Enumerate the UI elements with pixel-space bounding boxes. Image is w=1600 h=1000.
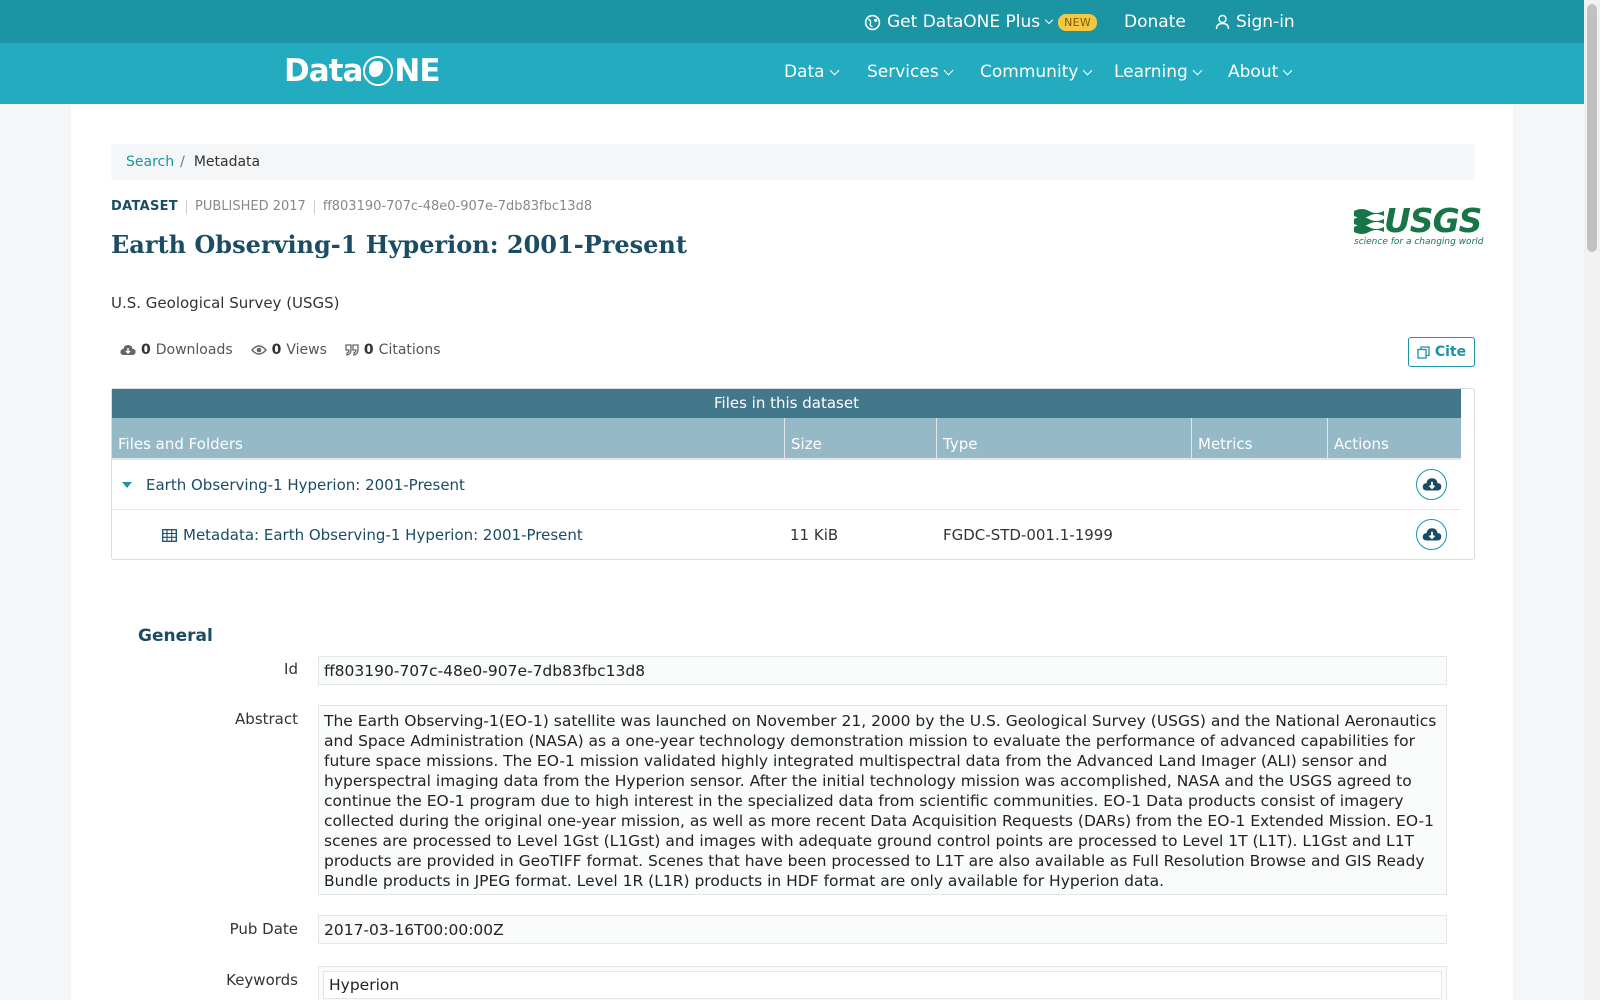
col-size: Size [785,418,937,458]
breadcrumb-search-link[interactable]: Search [126,154,174,170]
citations-label: Citations [378,342,441,358]
new-badge: NEW [1058,13,1098,31]
get-dataone-plus-label: Get DataONE Plus [887,12,1041,32]
cloud-download-icon [1422,527,1441,541]
table-icon [162,528,177,542]
general-heading: General [138,626,213,646]
col-type: Type [937,418,1192,458]
logo-text-right: NE [394,53,440,89]
sign-in-link[interactable]: Sign-in [1215,11,1295,33]
nav-about[interactable]: About [1228,62,1293,82]
quote-icon [345,344,359,356]
scrollbar-thumb[interactable] [1587,4,1597,252]
user-icon [1215,14,1230,30]
citations-stat: 0 Citations [345,342,441,358]
nav-data[interactable]: Data [784,62,840,82]
dataset-meta-line: DATASET PUBLISHED 2017 ff803190-707c-48e… [111,199,592,214]
dataset-organization: U.S. Geological Survey (USGS) [111,294,340,312]
nav-community[interactable]: Community [980,62,1093,82]
nav-services-label: Services [867,62,939,82]
nav-about-label: About [1228,62,1279,82]
id-label: Id [284,660,298,678]
views-label: Views [286,342,327,358]
cite-label: Cite [1434,344,1467,360]
chevron-down-icon [1282,65,1293,75]
file-size: 11 KiB [790,526,839,544]
cloud-download-icon [120,344,136,355]
chevron-down-icon [1082,65,1093,75]
page-scrollbar[interactable] [1584,0,1600,1000]
download-package-button[interactable] [1416,469,1447,500]
chevron-down-icon [943,65,954,75]
donate-link[interactable]: Donate [1124,11,1186,33]
keywords-box: Hyperion [318,966,1447,1000]
downloads-count: 0 [141,342,151,358]
chevron-down-icon [829,65,840,75]
nav-learning-label: Learning [1114,62,1188,82]
table-row-file: Metadata: Earth Observing-1 Hyperion: 20… [112,510,1461,560]
views-count: 0 [271,342,282,358]
file-name: Metadata: Earth Observing-1 Hyperion: 20… [183,526,583,544]
eye-icon [250,345,267,355]
file-name-cell[interactable]: Metadata: Earth Observing-1 Hyperion: 20… [162,510,583,560]
globe-icon [363,56,394,86]
download-file-button[interactable] [1416,519,1447,550]
pubdate-value: 2017-03-16T00:00:00Z [318,915,1447,944]
breadcrumb: Search / Metadata [111,144,1475,180]
id-value: ff803190-707c-48e0-907e-7db83fbc13d8 [318,656,1447,685]
abstract-label: Abstract [235,710,298,728]
dataset-type: DATASET [111,199,178,214]
keyword-item: Hyperion [323,971,1442,999]
breadcrumb-current: Metadata [193,154,261,170]
files-table-columns: Files and Folders Size Type Metrics Acti… [112,418,1461,460]
dataset-published: PUBLISHED 2017 [194,199,306,214]
usgs-tagline: science for a changing world [1354,237,1484,247]
cite-button[interactable]: Cite [1408,337,1475,367]
file-type: FGDC-STD-001.1-1999 [943,526,1113,544]
package-name[interactable]: Earth Observing-1 Hyperion: 2001-Present [146,460,465,510]
usgs-logo: USGS science for a changing world [1354,201,1483,249]
sign-in-label: Sign-in [1236,12,1295,32]
nav-services[interactable]: Services [867,62,954,82]
copy-icon [1417,345,1430,359]
col-files-and-folders: Files and Folders [112,418,785,458]
chevron-down-icon [1192,65,1203,75]
divider [313,199,315,214]
globe-icon [864,14,881,30]
dataset-stats: 0 Downloads 0 Views 0 Citations [120,342,441,358]
col-metrics: Metrics [1192,418,1328,458]
get-dataone-plus-menu[interactable]: Get DataONE Plus NEW [864,11,1098,33]
abstract-value: The Earth Observing-1(EO-1) satellite wa… [318,705,1447,895]
files-table-heading: Files in this dataset [112,389,1461,418]
dataset-title: Earth Observing-1 Hyperion: 2001-Present [111,230,687,259]
citations-count: 0 [363,342,374,358]
col-actions: Actions [1334,435,1389,453]
nav-learning[interactable]: Learning [1114,62,1203,82]
chevron-down-icon [1044,15,1054,25]
dataset-id: ff803190-707c-48e0-907e-7db83fbc13d8 [322,199,593,214]
nav-community-label: Community [980,62,1079,82]
logo-text-left: Data [284,53,363,89]
table-row-package: Earth Observing-1 Hyperion: 2001-Present [112,460,1461,510]
usgs-wave-icon [1354,209,1384,234]
nav-data-label: Data [784,62,825,82]
expand-caret-icon[interactable] [122,460,132,510]
pubdate-label: Pub Date [229,920,298,938]
downloads-label: Downloads [155,342,233,358]
usgs-wordmark: USGS [1384,201,1482,240]
views-stat: 0 Views [250,342,327,358]
donate-label: Donate [1124,12,1186,32]
top-bar [0,0,1584,43]
breadcrumb-separator: / [180,154,185,170]
downloads-stat: 0 Downloads [120,342,233,358]
divider [185,199,187,214]
keywords-label: Keywords [226,971,298,989]
cloud-download-icon [1422,477,1441,491]
dataone-logo[interactable]: Data NE [284,53,441,89]
